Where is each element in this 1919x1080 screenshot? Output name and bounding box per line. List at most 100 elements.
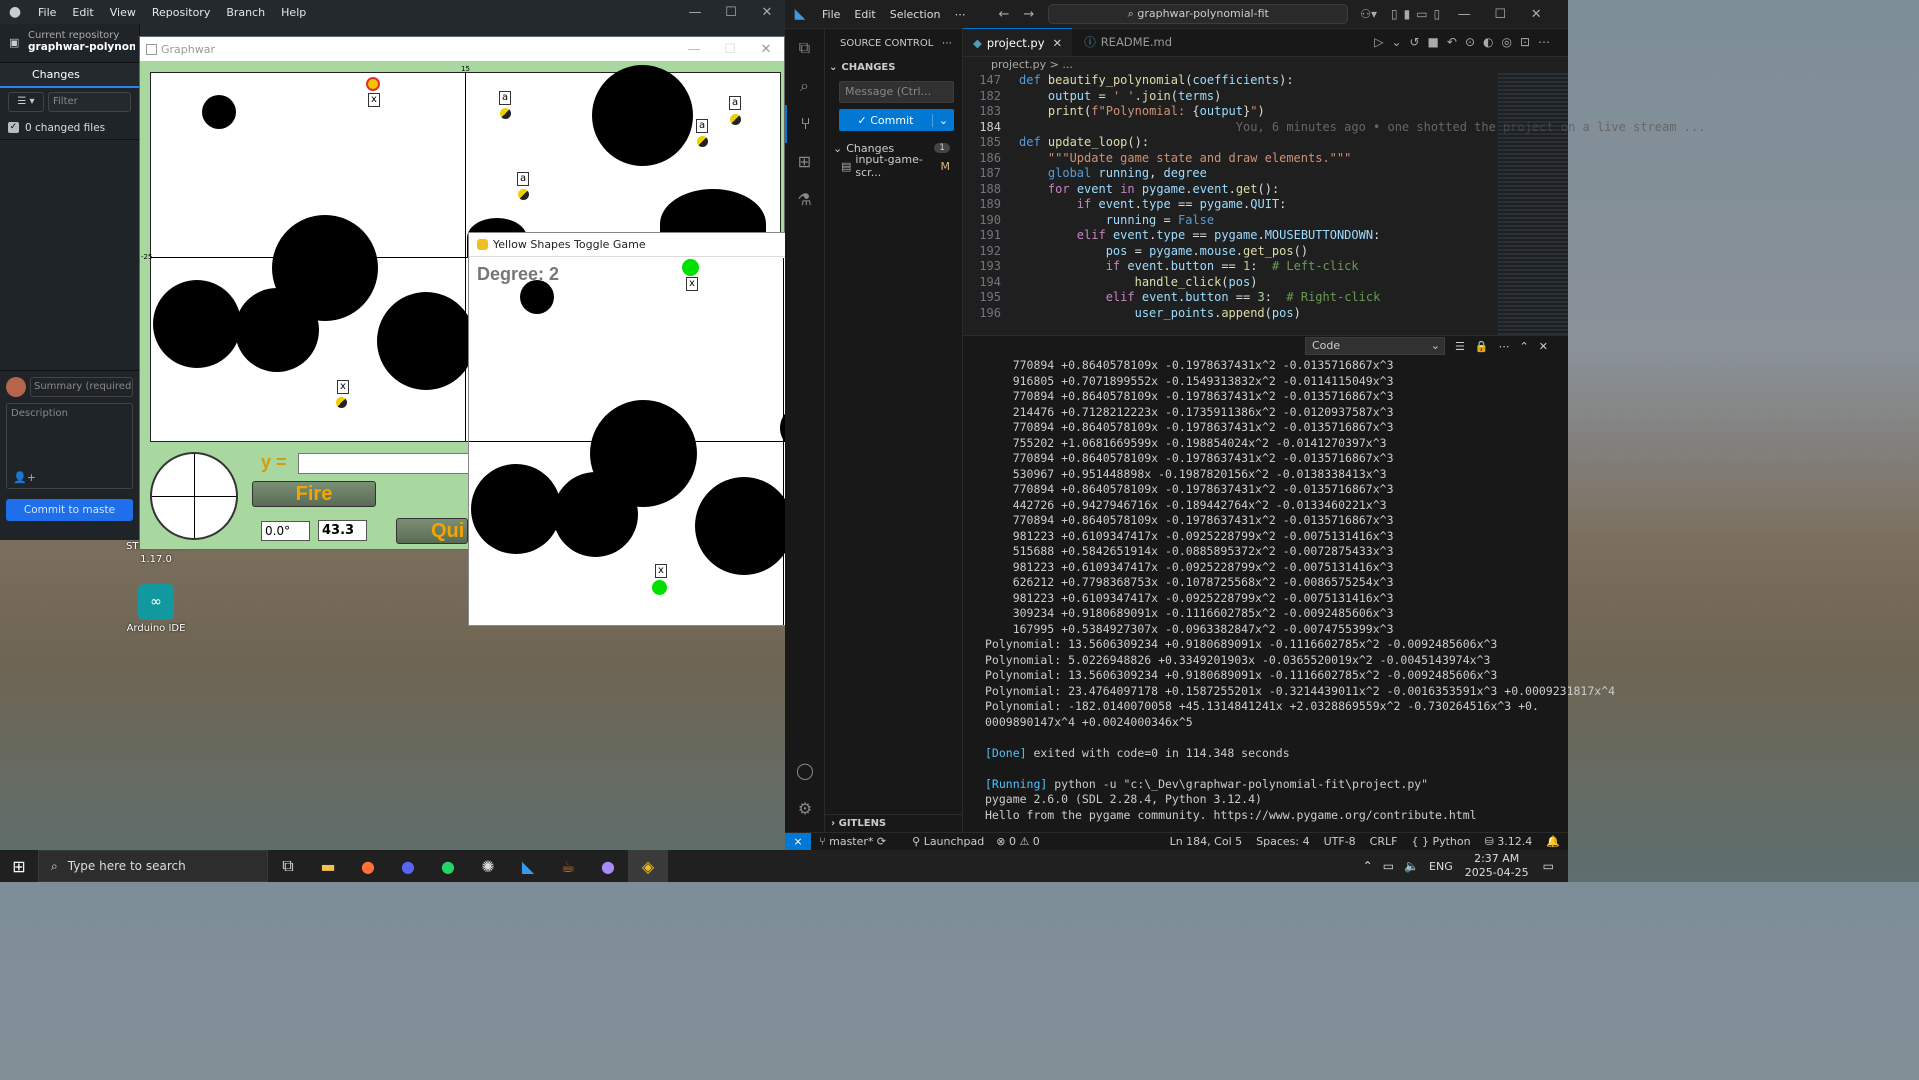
file-explorer-icon[interactable]: ▬ [308, 850, 348, 882]
code-line[interactable]: 195 elif event.button == 3: # Right-clic… [965, 290, 1568, 306]
minimap[interactable] [1498, 73, 1568, 335]
changed-file-item[interactable]: ▤ input-game-scr... M [825, 153, 962, 179]
vs-close-icon[interactable]: ✕ [1518, 7, 1554, 22]
graphwar-minimize-icon[interactable]: — [676, 42, 712, 57]
menu-view[interactable]: View [102, 6, 144, 19]
python-version[interactable]: ⛁ 3.12.4 [1485, 835, 1533, 848]
problems-indicator[interactable]: ⊗ 0 ⚠ 0 [996, 835, 1040, 848]
graphwar-maximize-icon[interactable]: ☐ [712, 42, 748, 57]
language-mode[interactable]: { } Python [1411, 835, 1470, 848]
code-line[interactable]: 196 user_points.append(pos) [965, 306, 1568, 322]
code-line[interactable]: 184 You, 6 minutes ago • one shotted the… [965, 120, 1705, 136]
code-line[interactable]: 186 """Update game state and draw elemen… [965, 151, 1568, 167]
code-line[interactable]: 185 def update_loop(): [965, 135, 1568, 151]
filter-options-button[interactable]: ☰ ▾ [8, 92, 44, 112]
vs-menu-edit[interactable]: Edit [847, 8, 882, 21]
explorer-icon[interactable]: ⧉ [785, 29, 824, 67]
menu-help[interactable]: Help [273, 6, 314, 19]
start-windows-icon[interactable]: ⊞ [0, 850, 38, 882]
code-line[interactable]: 190 running = False [965, 213, 1568, 229]
panel-action-icons[interactable]: ☰🔒⋯⌃✕ [1455, 340, 1558, 353]
taskbar-search[interactable]: ⌕ Type here to search [38, 850, 268, 882]
editor-actions-icons[interactable]: ▷⌄↺■↶⊙◐◎⊡⋯ [1374, 28, 1558, 56]
code-line[interactable]: 192 pos = pygame.mouse.get_pos() [965, 244, 1568, 260]
source-control-icon[interactable]: ⑂ [785, 105, 824, 143]
vs-menu-more[interactable]: ⋯ [947, 8, 972, 21]
clock[interactable]: 2:37 AM 2025-04-25 [1465, 852, 1529, 880]
github-desktop-taskbar-icon[interactable]: ● [588, 850, 628, 882]
command-center-search[interactable]: ⌕ graphwar-polynomial-fit [1048, 4, 1349, 24]
menu-branch[interactable]: Branch [218, 6, 273, 19]
encoding[interactable]: UTF-8 [1324, 835, 1356, 848]
python-taskbar-icon[interactable]: ◈ [628, 850, 668, 882]
commit-message-input[interactable]: Message (Ctrl... [839, 81, 954, 103]
code-line[interactable]: 189 if event.type == pygame.QUIT: [965, 197, 1568, 213]
tab-close-icon[interactable]: ✕ [1053, 36, 1063, 50]
code-line[interactable]: 182 output = ' '.join(terms) [965, 89, 1568, 105]
code-line[interactable]: 194 handle_click(pos) [965, 275, 1568, 291]
account-icon[interactable]: ◯ [785, 761, 825, 780]
commit-button[interactable]: Commit to maste [6, 499, 133, 521]
fire-button[interactable]: Fire [252, 481, 376, 507]
language-indicator[interactable]: ENG [1429, 860, 1453, 873]
menu-file[interactable]: File [30, 6, 64, 19]
java-icon[interactable]: ☕ [548, 850, 588, 882]
add-coauthor-icon[interactable]: 👤+ [13, 471, 36, 484]
code-line[interactable]: 191 elif event.type == pygame.MOUSEBUTTO… [965, 228, 1568, 244]
notifications-bell-icon[interactable]: 🔔 [1546, 835, 1560, 848]
changes-tab[interactable]: Changes [0, 62, 139, 88]
power-field[interactable]: 43.3 [318, 520, 367, 541]
desktop-icon-arduino[interactable]: ∞ Arduino IDE [124, 584, 188, 640]
nav-forward-icon[interactable]: → [1023, 7, 1034, 22]
layout-icons[interactable]: ▯▮▭▯ [1391, 7, 1446, 21]
whatsapp-icon[interactable]: ● [428, 850, 468, 882]
line-ending[interactable]: CRLF [1370, 835, 1398, 848]
vscode-taskbar-icon[interactable]: ◣ [508, 850, 548, 882]
summary-input[interactable]: Summary (required) [30, 377, 133, 397]
testing-icon[interactable]: ⚗ [785, 181, 824, 219]
volume-icon[interactable]: 🔈 [1404, 859, 1419, 873]
network-icon[interactable]: ▭ [1383, 859, 1394, 873]
copilot-icon[interactable]: ⚇▾ [1360, 7, 1377, 21]
launchpad-item[interactable]: ⚲ Launchpad [912, 835, 984, 848]
menu-edit[interactable]: Edit [64, 6, 101, 19]
code-line[interactable]: 187 global running, degree [965, 166, 1568, 182]
search-view-icon[interactable]: ⌕ [785, 67, 824, 105]
code-line[interactable]: 183 print(f"Polynomial: {output}") [965, 104, 1568, 120]
chatgpt-icon[interactable]: ✺ [468, 850, 508, 882]
tab-project-py[interactable]: ◆ project.py ✕ [963, 28, 1073, 56]
angle-dial[interactable] [150, 452, 238, 540]
notification-center-icon[interactable]: ▭ [1543, 859, 1554, 873]
vs-menu-file[interactable]: File [815, 8, 847, 21]
current-repo-selector[interactable]: ▣ Current repository graphwar-polynomial… [0, 24, 139, 62]
minimize-icon[interactable]: — [677, 5, 713, 20]
commit-button-vs[interactable]: ✓ Commit ⌄ [839, 109, 954, 131]
gitlens-section[interactable]: › GITLENS [825, 814, 962, 832]
manage-gear-icon[interactable]: ⚙ [785, 799, 825, 818]
function-input[interactable] [298, 453, 470, 474]
chevron-down-icon[interactable]: ⌄ [829, 62, 837, 73]
output-channel-select[interactable]: Code ⌄ [1305, 337, 1445, 355]
branch-indicator[interactable]: ⑂ master* ⟳ [819, 835, 886, 848]
code-line[interactable]: 193 if event.button == 1: # Left-click [965, 259, 1568, 275]
angle-field[interactable]: 0.0° [261, 521, 310, 541]
indentation[interactable]: Spaces: 4 [1256, 835, 1309, 848]
close-icon[interactable]: ✕ [749, 5, 785, 20]
quit-button[interactable]: Qui [396, 518, 468, 544]
vs-minimize-icon[interactable]: — [1446, 7, 1482, 22]
discord-icon[interactable]: ● [388, 850, 428, 882]
code-content[interactable]: 147 def beautify_polynomial(coefficients)… [963, 73, 1705, 322]
menu-repository[interactable]: Repository [144, 6, 219, 19]
tray-chevron-icon[interactable]: ⌃ [1363, 859, 1373, 873]
maximize-icon[interactable]: ☐ [713, 5, 749, 20]
code-line[interactable]: 147 def beautify_polynomial(coefficients)… [965, 73, 1568, 89]
description-input[interactable]: Description 👤+ [6, 403, 133, 489]
code-line[interactable]: 188 for event in pygame.event.get(): [965, 182, 1568, 198]
vs-maximize-icon[interactable]: ☐ [1482, 7, 1518, 22]
extensions-icon[interactable]: ⊞ [785, 143, 824, 181]
more-actions-icon[interactable]: ⋯ [942, 38, 952, 49]
commit-dropdown-icon[interactable]: ⌄ [932, 113, 954, 127]
filter-input[interactable]: Filter [48, 92, 131, 112]
firefox-icon[interactable]: ● [348, 850, 388, 882]
breadcrumb[interactable]: project.py > ... [963, 57, 1568, 73]
